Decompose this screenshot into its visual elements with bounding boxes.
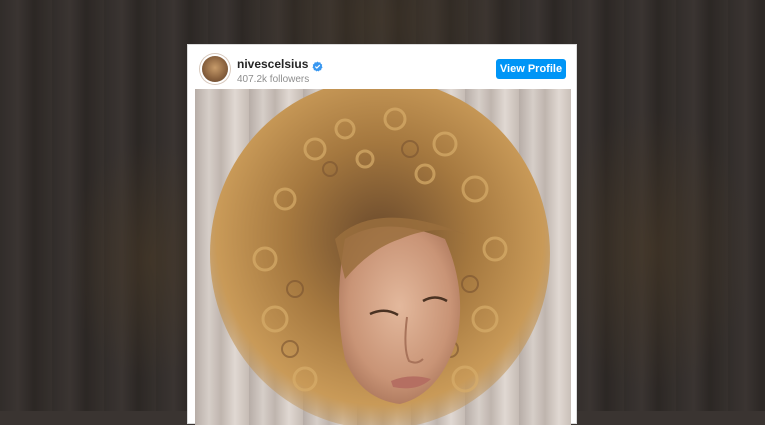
username-row: nivescelsius	[237, 57, 323, 72]
post-image[interactable]	[195, 89, 571, 425]
embed-header: nivescelsius 407.2k followers View Profi…	[188, 45, 576, 89]
follower-count: 407.2k followers	[237, 74, 310, 85]
instagram-embed: nivescelsius 407.2k followers View Profi…	[187, 44, 577, 425]
verified-badge-icon	[312, 59, 323, 72]
avatar[interactable]	[202, 56, 228, 82]
username[interactable]: nivescelsius	[237, 57, 308, 72]
user-info: nivescelsius 407.2k followers	[237, 57, 323, 86]
post-photo	[210, 89, 550, 425]
view-profile-button[interactable]: View Profile	[496, 59, 566, 79]
